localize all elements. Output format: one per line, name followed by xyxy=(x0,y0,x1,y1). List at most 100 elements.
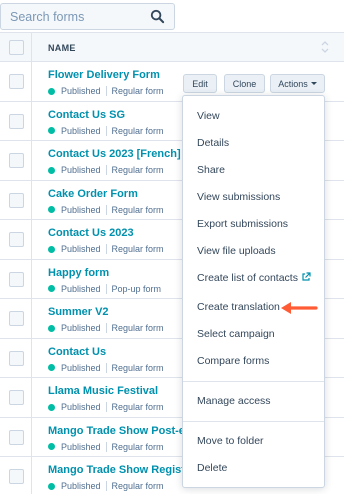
menu-item-compare-forms[interactable]: Compare forms xyxy=(197,355,269,367)
clone-button[interactable]: Clone xyxy=(224,74,265,93)
form-meta: Published Regular form xyxy=(48,480,164,492)
menu-divider xyxy=(183,421,324,422)
menu-item-select-campaign[interactable]: Select campaign xyxy=(197,328,275,340)
select-all-checkbox[interactable] xyxy=(9,40,24,55)
header-check-column xyxy=(0,33,32,61)
form-name-link[interactable]: Mango Trade Show Registra xyxy=(48,464,195,476)
form-meta: Published Regular form xyxy=(48,362,164,374)
row-checkbox[interactable] xyxy=(9,153,24,168)
published-status-dot-icon xyxy=(48,324,55,332)
status-label: Published xyxy=(61,283,101,294)
meta-divider xyxy=(105,204,107,215)
search-icon[interactable] xyxy=(150,9,165,24)
form-type-label: Regular form xyxy=(111,481,164,491)
row-checkbox[interactable] xyxy=(9,113,24,129)
published-status-dot-icon xyxy=(48,364,55,371)
row-check-column xyxy=(0,259,32,298)
status-label: Published xyxy=(61,86,101,96)
column-header-name[interactable]: NAME xyxy=(48,43,76,53)
published-status-dot-icon xyxy=(48,403,55,411)
actions-label: Actions xyxy=(278,78,308,89)
row-check-column xyxy=(0,220,32,259)
menu-item-manage-access[interactable]: Manage access xyxy=(197,395,271,407)
published-status-dot-icon xyxy=(48,127,55,134)
row-checkbox[interactable] xyxy=(9,192,24,208)
search-box[interactable] xyxy=(0,3,175,30)
meta-divider xyxy=(105,125,107,136)
published-status-dot-icon xyxy=(48,285,55,292)
menu-item-export-submissions[interactable]: Export submissions xyxy=(197,218,288,230)
menu-divider xyxy=(183,381,324,382)
menu-item-view[interactable]: View xyxy=(197,110,220,122)
meta-divider xyxy=(105,323,107,333)
form-meta: Published Pop-up form xyxy=(48,283,161,295)
menu-item-create-translation[interactable]: Create translation xyxy=(197,301,280,313)
menu-item-details[interactable]: Details xyxy=(197,137,229,149)
row-checkbox[interactable] xyxy=(9,429,24,445)
row-checkbox[interactable] xyxy=(9,271,24,287)
published-status-dot-icon xyxy=(48,245,55,253)
row-check-column xyxy=(0,180,32,219)
menu-item-share[interactable]: Share xyxy=(197,164,225,176)
form-meta: Published Regular form xyxy=(48,441,164,453)
menu-item-view-submissions[interactable]: View submissions xyxy=(197,191,280,203)
meta-divider xyxy=(105,86,107,96)
form-meta: Published Regular form xyxy=(48,204,164,216)
form-meta: Published Regular form xyxy=(48,401,164,413)
row-check-column xyxy=(0,299,32,338)
form-name-link[interactable]: Summer V2 xyxy=(48,306,109,318)
sort-icon[interactable] xyxy=(321,40,329,54)
form-name-link[interactable]: Flower Delivery Form xyxy=(48,69,160,81)
form-type-label: Pop-up form xyxy=(111,283,162,294)
menu-item-move-to-folder[interactable]: Move to folder xyxy=(197,435,264,447)
form-type-label: Regular form xyxy=(111,441,164,452)
form-name-link[interactable]: Contact Us SG xyxy=(48,109,125,121)
row-checkbox[interactable] xyxy=(9,311,24,326)
pointer-arrow-icon xyxy=(281,302,318,314)
row-checkbox[interactable] xyxy=(9,350,24,366)
row-checkbox[interactable] xyxy=(9,74,24,89)
form-meta: Published Regular form xyxy=(48,243,164,255)
search-input[interactable] xyxy=(10,8,140,26)
published-status-dot-icon xyxy=(48,206,55,213)
row-checkbox[interactable] xyxy=(9,390,24,405)
row-check-column xyxy=(0,457,32,494)
chevron-down-icon xyxy=(310,82,317,85)
row-check-column xyxy=(0,101,32,140)
meta-divider xyxy=(105,283,107,294)
edit-button[interactable]: Edit xyxy=(183,74,217,93)
status-label: Published xyxy=(61,441,101,452)
form-meta: Published Regular form xyxy=(48,322,164,334)
form-meta: Published Regular form xyxy=(48,125,164,137)
published-status-dot-icon xyxy=(48,482,55,490)
menu-item-view-file-uploads[interactable]: View file uploads xyxy=(197,245,276,257)
row-checkbox[interactable] xyxy=(9,469,24,484)
row-check-column xyxy=(0,338,32,377)
form-name-link[interactable]: Contact Us 2023 xyxy=(48,227,134,239)
menu-item-create-list-of-contacts[interactable]: Create list of contacts xyxy=(197,272,311,284)
row-check-column xyxy=(0,378,32,417)
form-type-label: Regular form xyxy=(111,165,164,175)
form-name-link[interactable]: Happy form xyxy=(48,267,109,279)
status-label: Published xyxy=(61,402,101,412)
form-type-label: Regular form xyxy=(111,323,164,333)
form-type-label: Regular form xyxy=(111,402,164,412)
meta-divider xyxy=(105,481,107,491)
form-name-link[interactable]: Mango Trade Show Post-eve xyxy=(48,425,197,437)
form-meta: Published Regular form xyxy=(48,164,164,176)
form-name-link[interactable]: Cake Order Form xyxy=(48,188,138,200)
form-meta: Published Regular form xyxy=(48,85,164,97)
row-checkbox[interactable] xyxy=(9,232,24,247)
form-name-link[interactable]: Llama Music Festival xyxy=(48,385,158,397)
form-name-link[interactable]: Contact Us 2023 [French] xyxy=(48,148,181,160)
actions-dropdown-button[interactable]: Actions xyxy=(270,74,325,93)
published-status-dot-icon xyxy=(48,443,55,450)
meta-divider xyxy=(105,244,107,254)
row-check-column xyxy=(0,62,32,101)
table-header: NAME xyxy=(0,32,344,62)
status-label: Published xyxy=(61,165,101,175)
meta-divider xyxy=(105,362,107,373)
form-name-link[interactable]: Contact Us xyxy=(48,346,106,358)
status-label: Published xyxy=(61,481,101,491)
menu-item-delete[interactable]: Delete xyxy=(197,462,227,474)
